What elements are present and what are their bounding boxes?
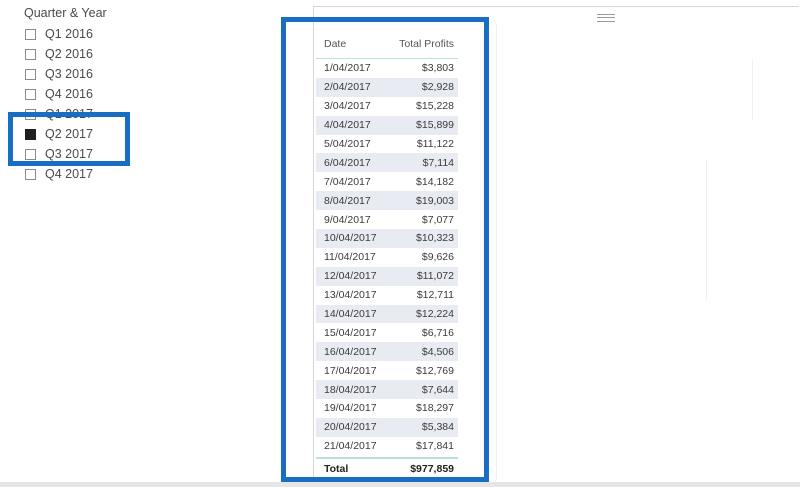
slicer-item[interactable]: Q2 2016: [24, 44, 224, 64]
slicer-item-label: Q4 2017: [45, 167, 93, 181]
slicer-item[interactable]: Q3 2016: [24, 64, 224, 84]
faint-divider: [752, 60, 753, 120]
report-canvas: Quarter & Year Q1 2016 Q2 2016 Q3 2016 Q4 2…: [0, 0, 800, 487]
slicer-item[interactable]: Q4 2016: [24, 84, 224, 104]
selection-highlight-box: [8, 112, 130, 166]
checkbox-icon[interactable]: [25, 88, 36, 100]
slicer-item-label: Q1 2016: [45, 27, 93, 41]
slicer-item[interactable]: Q1 2016: [24, 24, 224, 44]
table-highlight-box: [281, 17, 489, 482]
bottom-scrollbar[interactable]: [0, 482, 800, 487]
slicer-item[interactable]: Q4 2017: [24, 164, 224, 184]
drag-grip-icon[interactable]: [597, 14, 615, 22]
checkbox-icon[interactable]: [25, 28, 36, 40]
checkbox-icon[interactable]: [25, 68, 36, 80]
slicer-item-label: Q3 2016: [45, 67, 93, 81]
faint-divider: [706, 160, 707, 300]
slicer-title: Quarter & Year: [24, 6, 107, 20]
slicer-item-label: Q2 2016: [45, 47, 93, 61]
slicer-item-label: Q4 2016: [45, 87, 93, 101]
faint-divider: [496, 24, 497, 480]
checkbox-icon[interactable]: [25, 48, 36, 60]
checkbox-icon[interactable]: [25, 168, 36, 180]
